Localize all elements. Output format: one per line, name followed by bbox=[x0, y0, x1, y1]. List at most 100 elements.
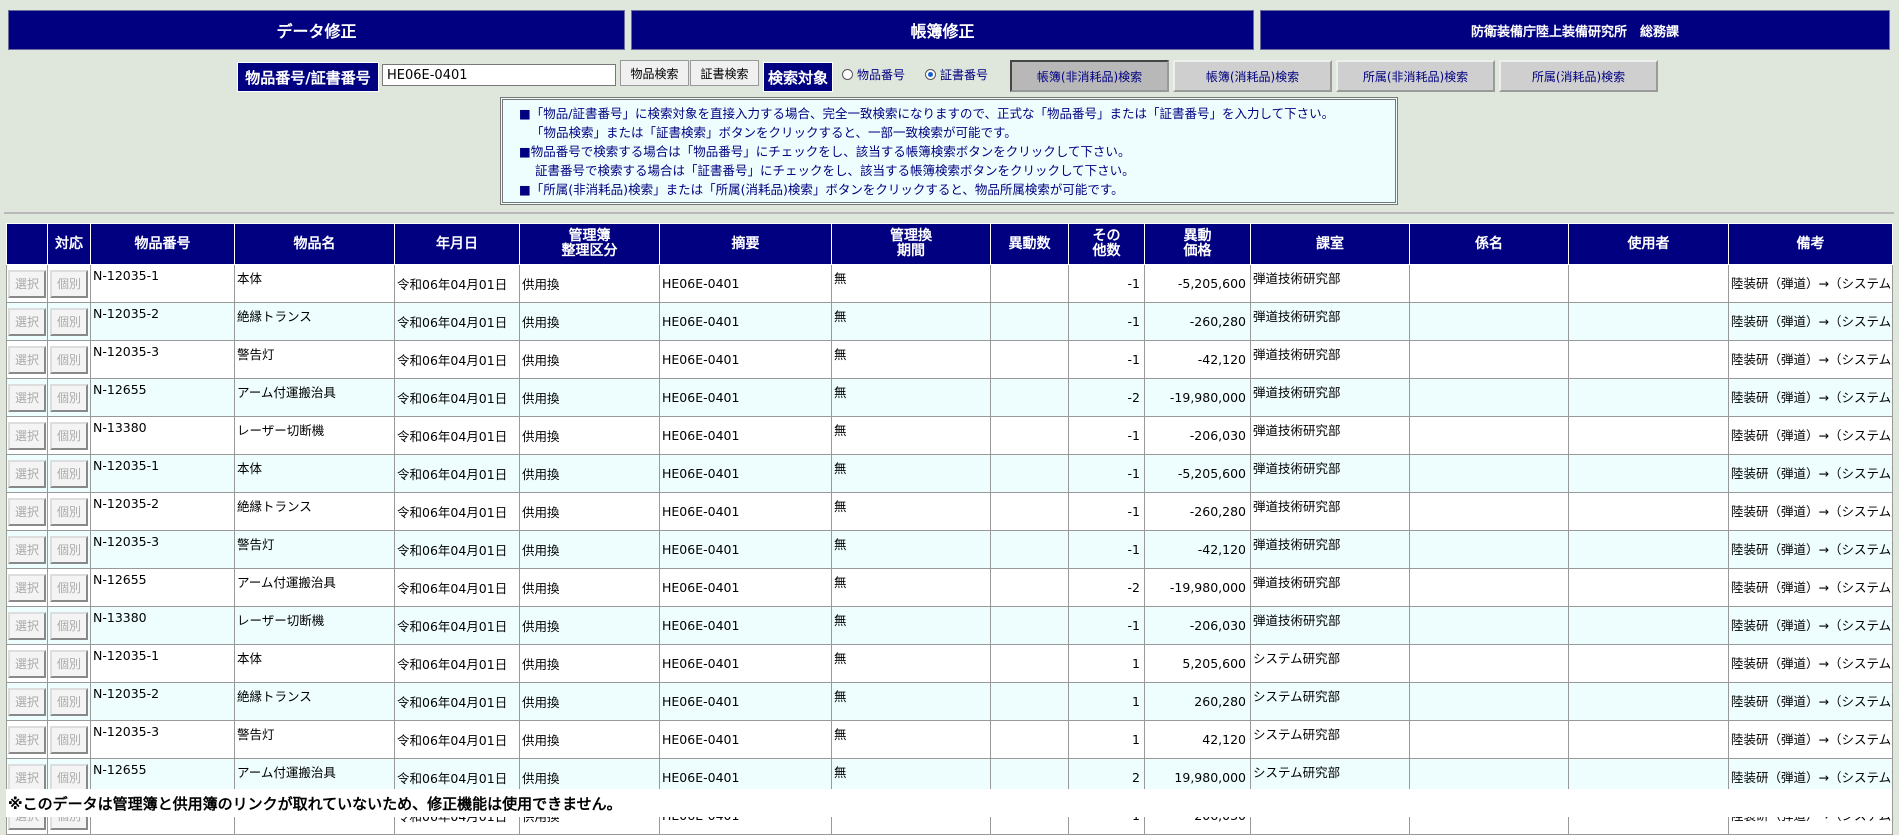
table-cell[interactable]: レーザー切断機 bbox=[234, 416, 395, 455]
table-cell[interactable]: -2 bbox=[1068, 378, 1145, 417]
table-cell[interactable]: システム研究部 bbox=[1250, 720, 1410, 759]
table-cell[interactable]: 弾道技術研究部 bbox=[1250, 416, 1410, 455]
table-cell[interactable]: 無 bbox=[831, 568, 991, 607]
table-cell[interactable]: HE06E-0401 bbox=[659, 378, 832, 417]
table-cell[interactable]: 陸装研（弾道）→（システム） bbox=[1728, 378, 1893, 417]
table-cell[interactable]: 供用換 bbox=[519, 340, 660, 379]
table-cell[interactable]: 無 bbox=[831, 302, 991, 341]
ledger-consumable-search-button[interactable]: 帳簿(消耗品)検索 bbox=[1173, 60, 1332, 92]
table-cell[interactable]: 令和06年04月01日 bbox=[394, 568, 520, 607]
table-cell[interactable]: 供用換 bbox=[519, 568, 660, 607]
table-cell[interactable]: -19,980,000 bbox=[1144, 568, 1251, 607]
table-cell[interactable]: 令和06年04月01日 bbox=[394, 720, 520, 759]
table-cell[interactable] bbox=[1409, 492, 1569, 531]
table-cell[interactable]: HE06E-0401 bbox=[659, 720, 832, 759]
select-button[interactable]: 選択 bbox=[8, 345, 46, 374]
table-cell[interactable]: HE06E-0401 bbox=[659, 340, 832, 379]
table-cell[interactable]: 陸装研（弾道）→（システム） bbox=[1728, 454, 1893, 493]
table-cell[interactable]: -19,980,000 bbox=[1144, 378, 1251, 417]
select-button[interactable]: 選択 bbox=[8, 459, 46, 488]
table-cell[interactable]: -1 bbox=[1068, 264, 1145, 303]
table-cell[interactable] bbox=[1568, 568, 1729, 607]
table-cell[interactable] bbox=[1568, 644, 1729, 683]
table-cell[interactable]: 令和06年04月01日 bbox=[394, 644, 520, 683]
select-button[interactable]: 選択 bbox=[8, 269, 46, 298]
table-cell[interactable]: 令和06年04月01日 bbox=[394, 492, 520, 531]
table-cell[interactable]: 1 bbox=[1068, 720, 1145, 759]
individual-button[interactable]: 個別 bbox=[50, 725, 88, 754]
table-cell[interactable]: 陸装研（弾道）→（システム） bbox=[1728, 530, 1893, 569]
table-cell[interactable]: -1 bbox=[1068, 416, 1145, 455]
table-cell[interactable]: 令和06年04月01日 bbox=[394, 264, 520, 303]
table-cell[interactable]: 令和06年04月01日 bbox=[394, 302, 520, 341]
table-cell[interactable]: -260,280 bbox=[1144, 492, 1251, 531]
table-cell[interactable]: 無 bbox=[831, 720, 991, 759]
table-cell[interactable]: 無 bbox=[831, 530, 991, 569]
table-cell[interactable] bbox=[1568, 492, 1729, 531]
table-cell[interactable]: 警告灯 bbox=[234, 340, 395, 379]
table-cell[interactable]: 供用換 bbox=[519, 530, 660, 569]
table-cell[interactable]: 供用換 bbox=[519, 416, 660, 455]
individual-button[interactable]: 個別 bbox=[50, 687, 88, 716]
table-cell[interactable]: HE06E-0401 bbox=[659, 568, 832, 607]
table-cell[interactable]: 陸装研（弾道）→（システム） bbox=[1728, 264, 1893, 303]
table-cell[interactable] bbox=[990, 530, 1069, 569]
individual-button[interactable]: 個別 bbox=[50, 611, 88, 640]
table-cell[interactable] bbox=[1409, 378, 1569, 417]
table-cell[interactable]: -206,030 bbox=[1144, 606, 1251, 645]
table-cell[interactable] bbox=[1568, 302, 1729, 341]
table-cell[interactable] bbox=[990, 264, 1069, 303]
table-cell[interactable]: 無 bbox=[831, 454, 991, 493]
table-cell[interactable]: 供用換 bbox=[519, 606, 660, 645]
table-cell[interactable] bbox=[1409, 264, 1569, 303]
table-cell[interactable] bbox=[990, 454, 1069, 493]
individual-button[interactable]: 個別 bbox=[50, 573, 88, 602]
table-cell[interactable]: 陸装研（弾道）→（システム） bbox=[1728, 302, 1893, 341]
table-cell[interactable]: 令和06年04月01日 bbox=[394, 606, 520, 645]
table-cell[interactable]: N-12035-2 bbox=[90, 302, 235, 341]
table-cell[interactable]: 絶縁トランス bbox=[234, 302, 395, 341]
table-cell[interactable]: N-12035-1 bbox=[90, 264, 235, 303]
table-cell[interactable]: 警告灯 bbox=[234, 720, 395, 759]
table-cell[interactable]: N-13380 bbox=[90, 606, 235, 645]
table-cell[interactable]: 無 bbox=[831, 682, 991, 721]
table-cell[interactable]: N-13380 bbox=[90, 416, 235, 455]
table-cell[interactable]: 令和06年04月01日 bbox=[394, 530, 520, 569]
table-cell[interactable]: N-12655 bbox=[90, 378, 235, 417]
individual-button[interactable]: 個別 bbox=[50, 459, 88, 488]
table-cell[interactable] bbox=[990, 606, 1069, 645]
table-cell[interactable]: -206,030 bbox=[1144, 416, 1251, 455]
table-cell[interactable]: 陸装研（弾道）→（システム） bbox=[1728, 492, 1893, 531]
table-cell[interactable]: 供用換 bbox=[519, 644, 660, 683]
table-cell[interactable]: レーザー切断機 bbox=[234, 606, 395, 645]
table-cell[interactable]: 無 bbox=[831, 492, 991, 531]
table-cell[interactable] bbox=[1409, 682, 1569, 721]
table-cell[interactable]: 陸装研（弾道）→（システム） bbox=[1728, 682, 1893, 721]
table-cell[interactable]: 供用換 bbox=[519, 454, 660, 493]
table-cell[interactable]: 供用換 bbox=[519, 682, 660, 721]
table-cell[interactable]: 無 bbox=[831, 606, 991, 645]
owner-consumable-search-button[interactable]: 所属(消耗品)検索 bbox=[1499, 60, 1658, 92]
select-button[interactable]: 選択 bbox=[8, 725, 46, 754]
table-cell[interactable]: HE06E-0401 bbox=[659, 416, 832, 455]
table-cell[interactable]: HE06E-0401 bbox=[659, 302, 832, 341]
table-cell[interactable]: -2 bbox=[1068, 568, 1145, 607]
table-cell[interactable]: -260,280 bbox=[1144, 302, 1251, 341]
select-button[interactable]: 選択 bbox=[8, 649, 46, 678]
radio-cert-number[interactable]: 証書番号 bbox=[925, 66, 988, 83]
table-cell[interactable] bbox=[990, 568, 1069, 607]
table-cell[interactable]: 弾道技術研究部 bbox=[1250, 454, 1410, 493]
table-cell[interactable]: 令和06年04月01日 bbox=[394, 340, 520, 379]
table-cell[interactable] bbox=[1409, 340, 1569, 379]
table-cell[interactable]: 弾道技術研究部 bbox=[1250, 378, 1410, 417]
table-cell[interactable] bbox=[1409, 606, 1569, 645]
table-cell[interactable]: -1 bbox=[1068, 340, 1145, 379]
table-cell[interactable]: -1 bbox=[1068, 606, 1145, 645]
select-button[interactable]: 選択 bbox=[8, 687, 46, 716]
table-cell[interactable]: 陸装研（弾道）→（システム） bbox=[1728, 606, 1893, 645]
table-cell[interactable]: 陸装研（弾道）→（システム） bbox=[1728, 340, 1893, 379]
table-cell[interactable]: N-12035-3 bbox=[90, 530, 235, 569]
select-button[interactable]: 選択 bbox=[8, 497, 46, 526]
ledger-nonconsumable-search-button[interactable]: 帳簿(非消耗品)検索 bbox=[1010, 60, 1169, 92]
table-cell[interactable]: N-12035-3 bbox=[90, 720, 235, 759]
